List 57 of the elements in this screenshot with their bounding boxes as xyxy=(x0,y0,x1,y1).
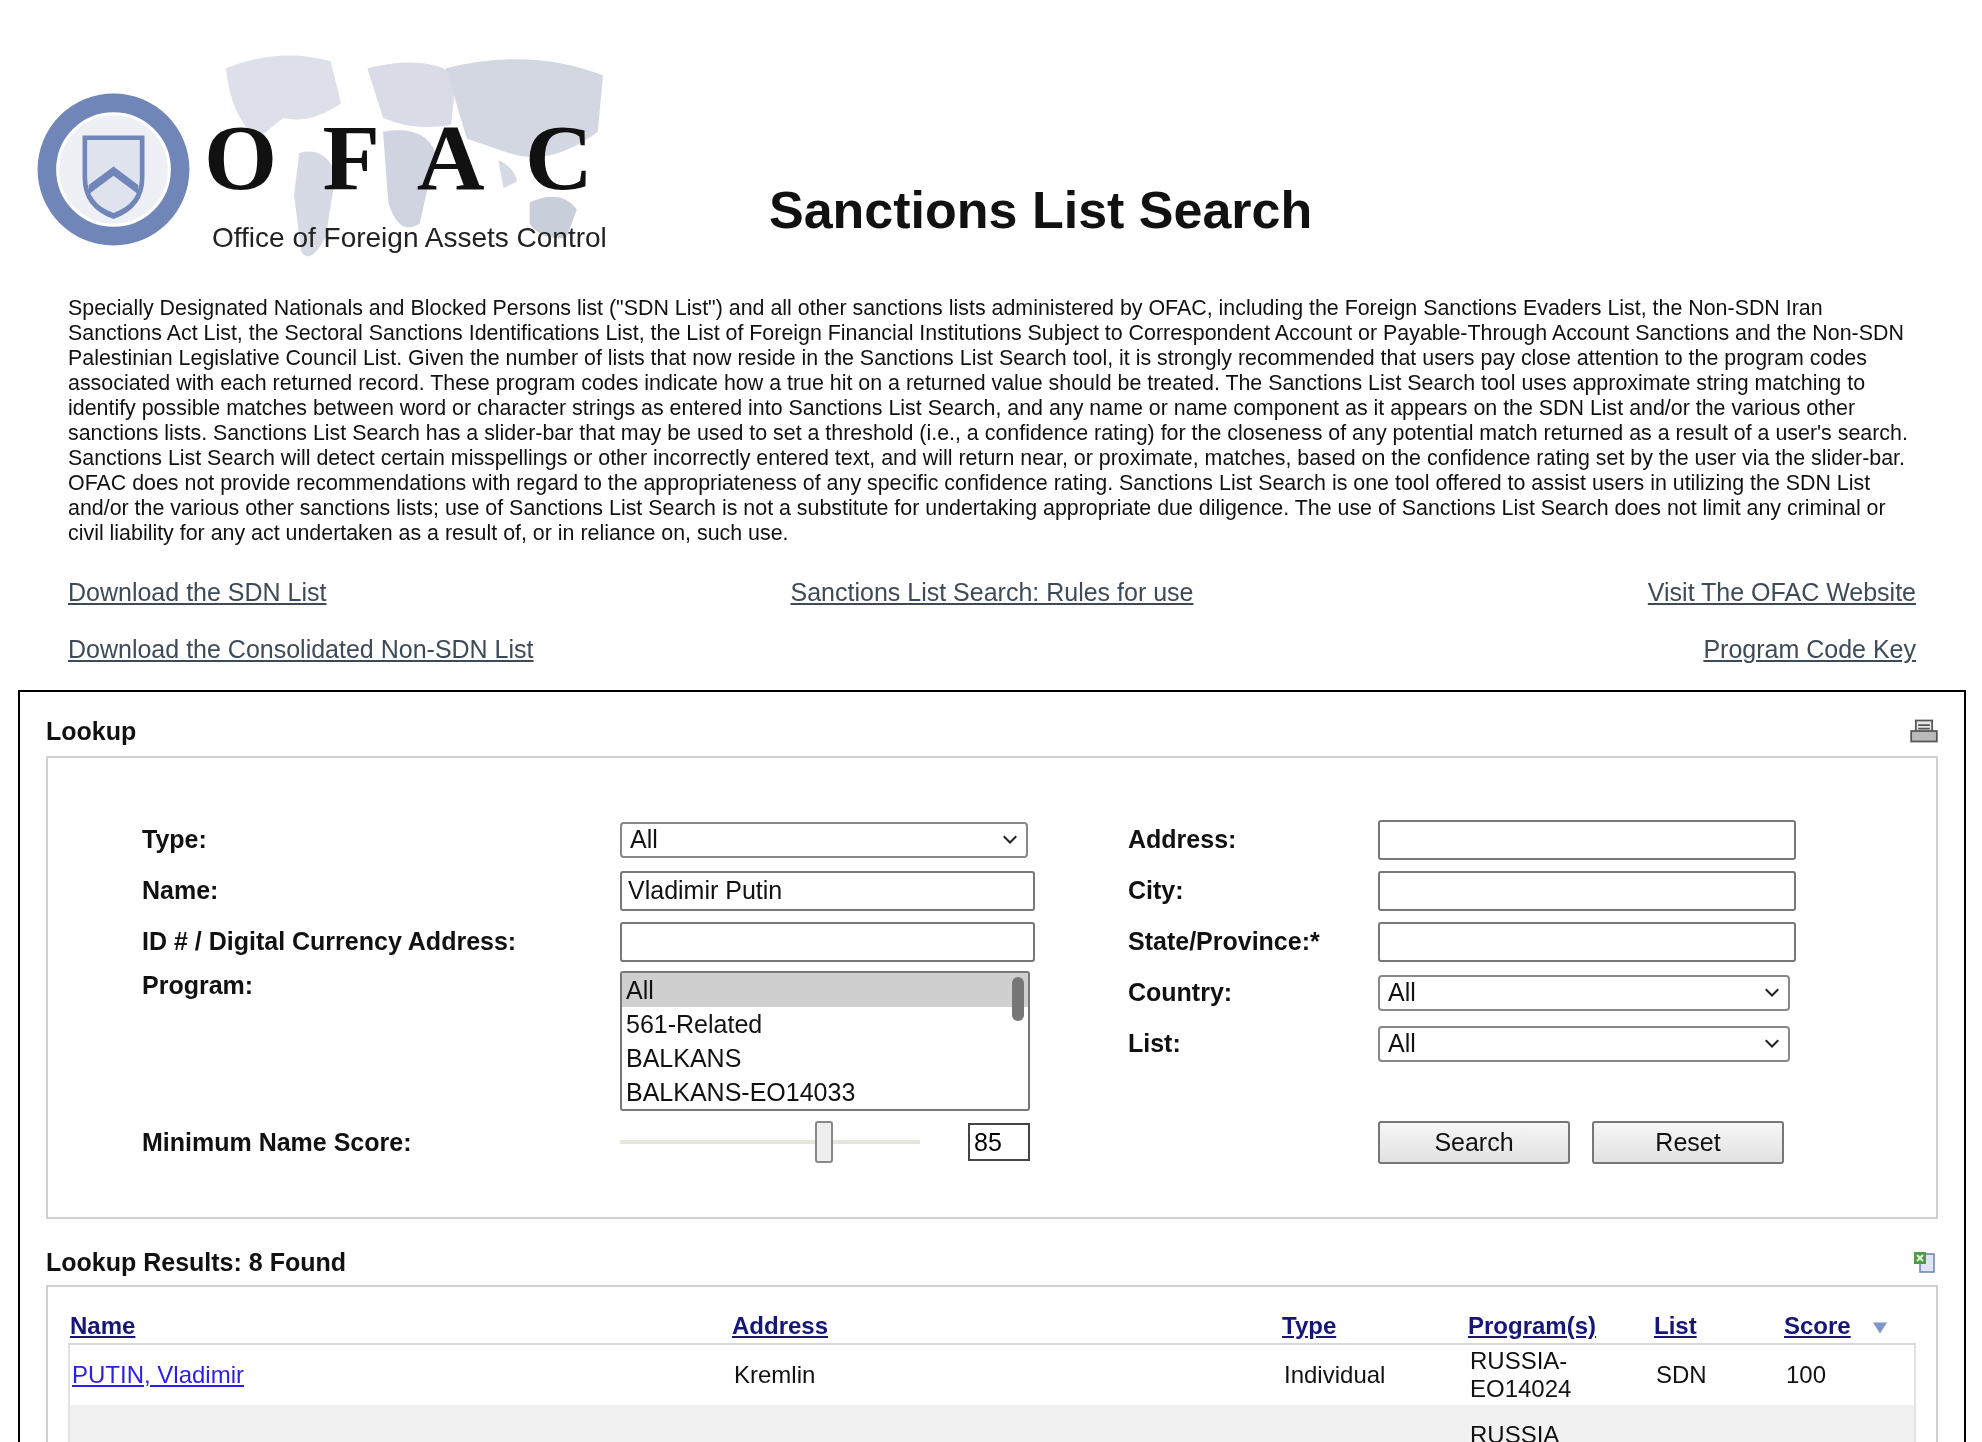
column-header[interactable]: Score xyxy=(1780,1312,1851,1340)
list-option[interactable]: BALKANS xyxy=(622,1041,1028,1075)
field-label: List: xyxy=(1128,1029,1182,1058)
page-link[interactable]: Download the SDN List xyxy=(68,578,327,607)
field-label: Name: xyxy=(142,876,220,905)
id-field[interactable] xyxy=(620,921,1035,962)
score-field[interactable]: 85 xyxy=(968,1123,1030,1161)
list-select[interactable]: All xyxy=(1378,1025,1790,1062)
field-label: Type: xyxy=(142,825,208,854)
field-label: Country: xyxy=(1128,978,1234,1007)
field-label: Program: xyxy=(142,971,255,1000)
scrollbar-thumb[interactable] xyxy=(1012,977,1024,1021)
list-option[interactable]: All xyxy=(622,973,1028,1007)
column-header[interactable]: List xyxy=(1650,1312,1697,1340)
column-header[interactable]: Program(s) xyxy=(1464,1312,1597,1340)
field-label: Minimum Name Score: xyxy=(142,1127,413,1157)
logo-subtitle: Office of Foreign Assets Control xyxy=(212,222,607,254)
table-cell-text: Kremlin xyxy=(733,1361,816,1389)
type-select[interactable]: All xyxy=(620,821,1028,858)
table-cell-text: SDN xyxy=(1655,1361,1707,1389)
page-link[interactable]: Program Code Key xyxy=(1703,635,1916,664)
table-cell-text: RUSSIA-EO14024 xyxy=(1469,1347,1573,1403)
chevron-down-icon xyxy=(1764,1038,1780,1049)
field-label: City: xyxy=(1128,876,1185,905)
logo-text: O F A C xyxy=(204,110,593,204)
page-link[interactable]: Sanctions List Search: Rules for use xyxy=(790,578,1194,607)
sort-icon[interactable] xyxy=(1873,1321,1887,1335)
chevron-down-icon xyxy=(1764,987,1780,998)
field-label: ID # / Digital Currency Address: xyxy=(142,927,518,956)
result-link[interactable]: PUTIN, Vladimir xyxy=(70,1361,245,1389)
seal-icon xyxy=(36,92,191,247)
field-label: Address: xyxy=(1128,825,1238,854)
field-label: State/Province:* xyxy=(1128,927,1321,956)
city-field[interactable] xyxy=(1378,870,1796,911)
name-field[interactable]: Vladimir Putin xyxy=(620,870,1035,911)
program-listbox[interactable]: All 561-Related BALKANS BALKANS-EO14033 xyxy=(620,971,1030,1111)
reset-button[interactable]: Reset xyxy=(1592,1121,1784,1164)
column-header[interactable]: Type xyxy=(1278,1312,1337,1340)
table-cell-text: Individual xyxy=(1283,1361,1386,1389)
slider-thumb[interactable] xyxy=(815,1121,833,1163)
list-option[interactable]: 561-Related xyxy=(622,1007,1028,1041)
column-header[interactable]: Name xyxy=(68,1312,136,1340)
chevron-down-icon xyxy=(1002,834,1018,845)
list-option[interactable]: BALKANS-EO14033 xyxy=(622,1075,1028,1109)
section-title: Lookup Results: 8 Found xyxy=(46,1247,346,1277)
page-title: Sanctions List Search xyxy=(769,180,1313,240)
country-select[interactable]: All xyxy=(1378,974,1790,1011)
page-link[interactable]: Visit The OFAC Website xyxy=(1647,578,1916,607)
intro-paragraph: Specially Designated Nationals and Blocked Persons list ("SDN List") and all other sanctions lists administered by OFAC, including the Foreign Sanctions Evaders List, the Non-SDN Iran Sanctions Act List, the Sectoral Sanctions Identifications List, the List of Foreign Financial Institutions Subject to Correspondent Account or Payable-Through Account Sanctions and the Non-SDN Palestinian Legislative Council List. Given the number of lists that now reside in the Sanctions List Search tool, it is strongly recommended that users pay close attention to the program codes associated with each returned record. These program codes indicate how a true hit on a returned value should be treated. The Sanctions List Search tool uses approximate string matching to identify possible matches between word or character strings as entered into Sanctions List Search, and any name or name component as it appears on the SDN List and/or the various other sanctions lists. Sanctions List Search has a slider-bar that may be used to set a threshold (i.e., a confidence rating) for the closeness of any potential match returned as a result of a user's search. Sanctions List Search will detect certain misspellings or other incorrectly entered text, and will return near, or proximate, matches, based on the confidence rating set by the user via the slider-bar. OFAC does not provide recommendations with regard to the appropriateness of any specific confidence rating. Sanctions List Search is one tool offered to assist users in utilizing the SDN List and/or the various other sanctions lists; use of Sanctions List Search is not a substitute for undertaking appropriate due diligence. The use of Sanctions List Search does not limit any criminal or civil liability for any act undertaken as a result of, or in reliance on, such use. xyxy=(68,296,1909,546)
search-button[interactable]: Search xyxy=(1378,1121,1570,1164)
column-header[interactable]: Address xyxy=(728,1312,829,1340)
section-title: Lookup xyxy=(46,716,137,746)
state-field[interactable] xyxy=(1378,921,1796,962)
print-icon[interactable] xyxy=(1910,719,1938,743)
page-link[interactable]: Download the Consolidated Non-SDN List xyxy=(68,635,534,664)
address-field[interactable] xyxy=(1378,819,1796,860)
table-cell-text: 100 xyxy=(1785,1361,1827,1389)
